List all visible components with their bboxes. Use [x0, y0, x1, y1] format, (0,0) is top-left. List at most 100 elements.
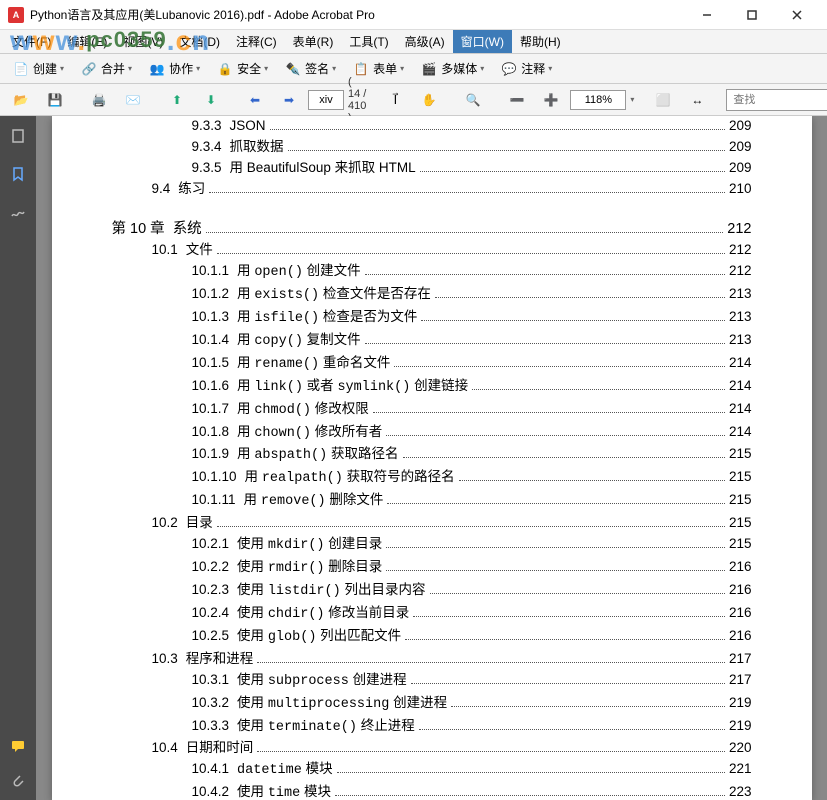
zoom-input[interactable]	[570, 90, 626, 110]
minimize-button[interactable]	[684, 1, 729, 29]
toc-title: 使用 multiprocessing 创建进程	[237, 693, 447, 716]
menu-file[interactable]: 文件(F)	[4, 30, 59, 53]
pdf-page: 9.3.3JSON2099.3.4抓取数据2099.3.5用 Beautiful…	[52, 116, 812, 800]
page-up-button[interactable]: ⬆	[162, 88, 192, 112]
menu-edit[interactable]: 编辑(E)	[59, 30, 115, 53]
print-button[interactable]: 🖨️	[84, 88, 114, 112]
toc-leader	[217, 526, 725, 527]
toc-page: 216	[729, 626, 752, 647]
search-input[interactable]	[726, 89, 827, 111]
toc-entry: 第 10 章系统212	[112, 218, 752, 240]
zoom-out-button[interactable]: ➖	[502, 88, 532, 112]
toc-number: 9.4	[152, 179, 171, 200]
document-area[interactable]: 9.3.3JSON2099.3.4抓取数据2099.3.5用 Beautiful…	[36, 116, 827, 800]
toc-entry: 9.4 练习 210	[152, 179, 752, 200]
toc-page: 212	[727, 218, 751, 240]
toc-number: 10.1.6	[192, 376, 230, 397]
toc-title: 文件	[186, 240, 213, 261]
toc-title: 练习	[178, 179, 205, 200]
zoom-in-button[interactable]: ➕	[536, 88, 566, 112]
save-icon: 💾	[46, 91, 64, 109]
toc-number: 10.2.2	[192, 557, 230, 578]
toc-title: datetime 模块	[237, 759, 333, 782]
collab-button[interactable]: 👥协作▾	[142, 57, 206, 81]
toc-page: 210	[729, 179, 752, 200]
combine-button[interactable]: 🔗合并▾	[74, 57, 138, 81]
toc-page: 215	[729, 490, 752, 511]
toc-number: 10.1.5	[192, 353, 230, 374]
toc-title: 用 realpath() 获取符号的路径名	[245, 467, 455, 490]
toc-number: 10.2	[152, 513, 178, 534]
open-button[interactable]: 📂	[6, 88, 36, 112]
fit-page-button[interactable]: ⬜	[648, 88, 678, 112]
hand-tool-button[interactable]: ✋	[414, 88, 444, 112]
arrow-left-icon: ⬅	[246, 91, 264, 109]
next-view-button[interactable]: ➡	[274, 88, 304, 112]
toc-title: JSON	[230, 116, 266, 137]
toc-page: 213	[729, 330, 752, 351]
collab-icon: 👥	[148, 60, 166, 78]
toc-number: 10.2.3	[192, 580, 230, 601]
toc-title: 使用 glob() 列出匹配文件	[237, 626, 401, 649]
toc-leader	[420, 171, 725, 172]
close-button[interactable]	[774, 1, 819, 29]
main-area: 9.3.3JSON2099.3.4抓取数据2099.3.5用 Beautiful…	[0, 116, 827, 800]
toc-entry: 10.1.6用 link() 或者 symlink() 创建链接214	[192, 376, 752, 399]
sign-button[interactable]: ✒️签名▾	[278, 57, 342, 81]
toc-number: 10.2.5	[192, 626, 230, 647]
toc-page: 215	[729, 467, 752, 488]
select-tool-button[interactable]: I⃗	[380, 88, 410, 112]
page-down-button[interactable]: ⬇	[196, 88, 226, 112]
toc-entry: 9.3.4抓取数据209	[192, 137, 752, 158]
toc-number: 10.1.10	[192, 467, 237, 488]
toc-leader	[411, 683, 725, 684]
arrow-down-icon: ⬇	[202, 91, 220, 109]
bookmarks-icon[interactable]	[8, 164, 28, 184]
toc-number: 10.1.11	[192, 490, 236, 511]
toc-page: 214	[729, 353, 752, 374]
email-button[interactable]: ✉️	[118, 88, 148, 112]
zoom-dropdown[interactable]: ▾	[630, 95, 634, 104]
toc-leader	[373, 412, 725, 413]
thumbnails-icon[interactable]	[8, 126, 28, 146]
signatures-icon[interactable]	[8, 202, 28, 222]
toc-page: 214	[729, 422, 752, 443]
fit-width-button[interactable]: ↔	[682, 88, 712, 112]
maximize-button[interactable]	[729, 1, 774, 29]
toc-title: 使用 mkdir() 创建目录	[237, 534, 382, 557]
save-button[interactable]: 💾	[40, 88, 70, 112]
attachments-icon[interactable]	[8, 770, 28, 790]
toc-leader	[435, 297, 725, 298]
toc-title: 用 chown() 修改所有者	[237, 422, 382, 445]
toc-entry: 10.2.1使用 mkdir() 创建目录215	[192, 534, 752, 557]
toc-entry: 10.3.3使用 terminate() 终止进程219	[192, 716, 752, 739]
toc-page: 212	[729, 261, 752, 282]
text-select-icon: I⃗	[386, 91, 404, 109]
media-button[interactable]: 🎬多媒体▾	[414, 57, 490, 81]
menu-comment[interactable]: 注释(C)	[228, 30, 285, 53]
toc-leader	[405, 639, 725, 640]
menu-tools[interactable]: 工具(T)	[341, 30, 396, 53]
menu-window[interactable]: 窗口(W)	[453, 30, 512, 53]
toc-leader	[387, 503, 725, 504]
toc-page: 219	[729, 716, 752, 737]
toc-title: 程序和进程	[186, 649, 254, 670]
toc-leader	[365, 274, 725, 275]
menu-view[interactable]: 视图(V)	[115, 30, 171, 53]
comments-icon[interactable]	[8, 736, 28, 756]
toc-page: 216	[729, 603, 752, 624]
create-button[interactable]: 📄创建▾	[6, 57, 70, 81]
side-panel	[0, 116, 36, 800]
note-button[interactable]: 💬注释▾	[494, 57, 558, 81]
menu-form[interactable]: 表单(R)	[285, 30, 342, 53]
marquee-zoom-button[interactable]: 🔍	[458, 88, 488, 112]
menu-help[interactable]: 帮助(H)	[512, 30, 569, 53]
page-input[interactable]	[308, 90, 344, 110]
toc-number: 10.1	[152, 240, 178, 261]
minus-icon: ➖	[508, 91, 526, 109]
menu-document[interactable]: 文档(D)	[171, 30, 228, 53]
toc-leader	[257, 751, 725, 752]
secure-button[interactable]: 🔒安全▾	[210, 57, 274, 81]
prev-view-button[interactable]: ⬅	[240, 88, 270, 112]
menu-advanced[interactable]: 高级(A)	[397, 30, 453, 53]
